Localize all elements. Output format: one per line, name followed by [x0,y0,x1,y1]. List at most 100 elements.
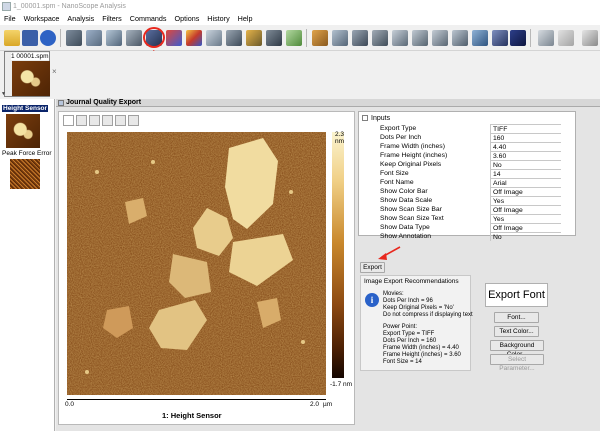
menu-filters[interactable]: Filters [98,13,126,25]
input-row-font-size[interactable]: Font Size 14 [366,169,561,178]
pan-icon[interactable] [115,115,126,126]
colorbar-max-label: 2.3 nm [335,131,345,145]
input-label: Show Annotation [380,233,432,240]
input-value[interactable]: Yes [490,196,561,205]
input-value[interactable]: Off Image [490,223,561,232]
channel-peak-force-error-thumbnail[interactable] [10,159,40,189]
input-value[interactable]: 3.60 [490,151,561,160]
input-row-show-data-type[interactable]: Show Data Type Off Image [366,223,561,232]
zoom-icon[interactable] [206,30,222,46]
channel-height-sensor-thumbnail[interactable] [6,114,40,148]
section-icon[interactable] [126,30,142,46]
hammer-icon[interactable] [372,30,388,46]
collapse-toggle-icon[interactable] [362,115,368,122]
undo-icon[interactable] [582,30,598,46]
analysis-tool-icon-5[interactable] [472,30,488,46]
afm-height-image[interactable] [67,132,326,395]
menu-analysis[interactable]: Analysis [63,13,98,25]
select-parameter-button[interactable]: Select Parameter... [490,354,544,372]
analysis-tool-icon-4[interactable] [452,30,468,46]
menu-history[interactable]: History [203,13,233,25]
expand-down-icon[interactable]: ▼ [1,91,6,97]
input-row-show-scan-size-bar[interactable]: Show Scan Size Bar Off Image [366,205,561,214]
measure-icon[interactable] [246,30,262,46]
color-table-icon[interactable] [186,30,202,46]
save-icon[interactable] [22,30,38,46]
file-thumbnail[interactable]: 1 00001.spm [4,51,50,97]
zoom-in-icon[interactable] [76,115,87,126]
input-value[interactable]: No [490,160,561,169]
input-label: Show Scan Size Text [380,215,444,222]
3d-view-icon[interactable] [86,30,102,46]
input-value[interactable]: Off Image [490,187,561,196]
input-value[interactable]: Arial [490,178,561,187]
fit-icon[interactable] [102,115,113,126]
rec-movies-line: Keep Original Pixels = 'No' [383,305,454,311]
color-palette-icon[interactable] [166,30,182,46]
inputs-header[interactable]: Inputs [362,115,390,122]
input-value[interactable]: No [490,232,561,241]
input-row-show-annotation[interactable]: Show Annotation No [366,232,561,241]
channel-peak-force-error-label[interactable]: Peak Force Error [2,150,52,157]
tile-windows-icon[interactable] [538,30,554,46]
menu-help[interactable]: Help [234,13,257,25]
toolbar-separator [530,29,531,47]
rec-powerpoint-line: Dots Per Inch = 160 [383,338,437,344]
input-value[interactable]: 4.40 [490,142,561,151]
input-value[interactable]: 160 [490,133,561,142]
analysis-tool-icon-2[interactable] [412,30,428,46]
input-row-keep-pixels[interactable]: Keep Original Pixels No [366,160,561,169]
input-row-frame-height[interactable]: Frame Height (inches) 3.60 [366,151,561,160]
analysis-tool-icon-6[interactable] [492,30,508,46]
input-row-show-color-bar[interactable]: Show Color Bar Off Image [366,187,561,196]
file-thumbnail-label: 1 00001.spm [11,53,49,60]
help-icon[interactable] [40,30,56,46]
input-value[interactable]: Off Image [490,205,561,214]
input-value[interactable]: TIFF [490,124,561,133]
export-button[interactable]: Export [360,262,385,273]
rotate-icon[interactable] [128,115,139,126]
text-color-button[interactable]: Text Color... [494,326,539,337]
erase-icon[interactable] [286,30,302,46]
cascade-windows-icon[interactable] [558,30,574,46]
line-tool-icon[interactable] [312,30,328,46]
zoom-out-icon[interactable] [89,115,100,126]
analysis-tool-icon-7[interactable] [510,30,526,46]
input-label: Export Type [380,125,417,132]
input-label: Keep Original Pixels [380,161,442,168]
window-title: 1_00001.spm - NanoScope Analysis [13,3,126,10]
input-row-show-scan-size-text[interactable]: Show Scan Size Text Yes [366,214,561,223]
menu-commands[interactable]: Commands [126,13,171,25]
analysis-tool-icon-3[interactable] [432,30,448,46]
input-label: Show Scan Size Bar [380,206,442,213]
input-row-dpi[interactable]: Dots Per Inch 160 [366,133,561,142]
close-thumbnail-icon[interactable]: × [52,67,57,76]
flatten-icon[interactable] [226,30,242,46]
input-row-font-name[interactable]: Font Name Arial [366,178,561,187]
input-label: Show Data Type [380,224,430,231]
channel-height-sensor-label[interactable]: Height Sensor [2,105,49,112]
input-value[interactable]: 14 [490,169,561,178]
menu-file[interactable]: File [0,13,20,25]
font-button[interactable]: Font... [494,312,539,323]
highlight-circle [143,27,165,48]
input-label: Show Data Scale [380,197,433,204]
open-folder-icon[interactable] [4,30,20,46]
input-row-export-type[interactable]: Export Type TIFF [366,124,561,133]
background-color-button[interactable]: Background Color... [490,340,544,358]
input-row-frame-width[interactable]: Frame Width (inches) 4.40 [366,142,561,151]
plane-fit-icon[interactable] [266,30,282,46]
input-value[interactable]: Yes [490,214,561,223]
input-row-show-data-scale[interactable]: Show Data Scale Yes [366,196,561,205]
rec-powerpoint-line: Font Size = 14 [383,359,422,365]
menu-options[interactable]: Options [171,13,204,25]
stack-images-icon[interactable] [66,30,82,46]
brush-icon[interactable] [352,30,368,46]
input-label: Font Size [380,170,409,177]
analysis-tool-icon-1[interactable] [392,30,408,46]
pencil-icon[interactable] [63,115,74,126]
crosshair-icon[interactable] [332,30,348,46]
menu-workspace[interactable]: Workspace [20,13,64,25]
export-recommendations-panel: Image Export Recommendations i Movies: D… [360,275,473,371]
surface-plot-icon[interactable] [106,30,122,46]
